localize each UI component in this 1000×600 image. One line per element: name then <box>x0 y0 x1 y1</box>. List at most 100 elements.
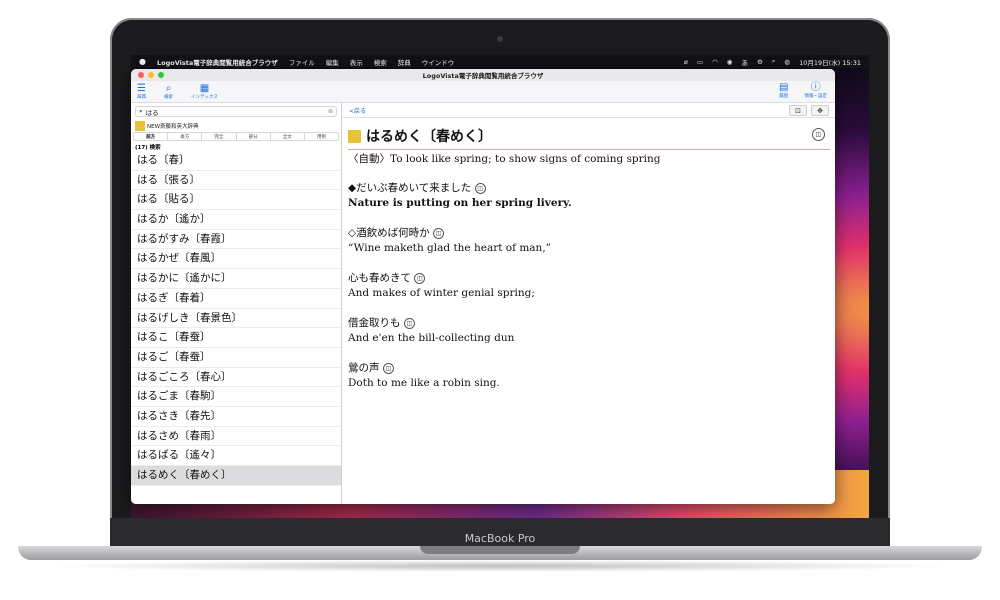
result-item[interactable]: はるかに〔遙かに〕 <box>131 269 341 289</box>
result-item[interactable]: はるばる〔遙々〕 <box>131 446 341 466</box>
menu-edit[interactable]: 編集 <box>326 57 339 67</box>
history-button-label: 履歴 <box>779 94 789 99</box>
history-button[interactable]: ▤ 履歴 <box>779 82 789 100</box>
audio-icon[interactable]: ◫ <box>812 128 825 141</box>
result-item[interactable]: はる〔春〕 <box>131 151 341 171</box>
audio-icon[interactable]: ◫ <box>432 227 444 239</box>
audio-icon[interactable]: ◫ <box>403 317 415 329</box>
mode-exact[interactable]: 完全 <box>202 133 237 140</box>
menu-search[interactable]: 検索 <box>374 57 387 67</box>
device-label: MacBook Pro <box>464 532 536 545</box>
result-count: (17) 検索 <box>135 145 161 151</box>
back-button[interactable]: <戻る <box>349 106 366 115</box>
camera <box>497 36 503 42</box>
audio-icon[interactable]: ◫ <box>474 182 486 194</box>
result-item[interactable]: はるか〔遙か〕 <box>131 210 341 230</box>
clear-search-icon[interactable]: ⊗ <box>328 108 333 115</box>
navigate-icon[interactable]: ✥ <box>811 105 829 116</box>
result-item[interactable]: はるさき〔春先〕 <box>131 407 341 427</box>
entry-toolbar: <戻る ⊡ ✥ <box>343 103 835 118</box>
result-item[interactable]: はるがすみ〔春霞〕 <box>131 230 341 250</box>
result-item[interactable]: はる〔張る〕 <box>131 171 341 191</box>
search-field[interactable]: ⌕ はる ⊗ <box>135 106 337 117</box>
history-icon: ▤ <box>779 82 789 93</box>
example-en: Nature is putting on her spring livery. <box>348 197 572 209</box>
info-icon: ⓘ <box>810 82 821 93</box>
mode-fulltext[interactable]: 全文 <box>271 133 305 140</box>
index-button-label: インデックス <box>191 94 218 100</box>
entry-panel: <戻る ⊡ ✥ はるめく〔春めく〕 ◫ 〈自動〉To look like spr… <box>343 103 835 504</box>
list-icon: ☰ <box>137 82 146 94</box>
example-en: And e'en the bill-collecting dun <box>348 332 515 344</box>
example-en: Doth to me like a robin sing. <box>348 377 500 389</box>
dictionary-badge-icon <box>348 129 361 143</box>
search-panel: ⌕ はる ⊗ NEW斎藤和英大辞典 前方 後方 完全 部分 全文 用例 (17)… <box>131 103 342 504</box>
audio-icon[interactable]: ◫ <box>382 362 394 374</box>
result-item[interactable]: はるかぜ〔春風〕 <box>131 249 341 270</box>
menu-window[interactable]: ウインドウ <box>422 57 455 67</box>
example-jp: ◆だいぶ春めいて来ました <box>348 182 472 194</box>
example-jp: 心も春めきて <box>348 272 411 284</box>
result-item[interactable]: はるげしき〔春景色〕 <box>131 309 341 329</box>
example-jp: 借金取りも <box>348 317 401 329</box>
mode-suffix[interactable]: 後方 <box>168 133 203 140</box>
dictionary-button-label: 辞典 <box>137 94 146 100</box>
result-item[interactable]: はるごころ〔春心〕 <box>131 368 341 388</box>
example-en: And makes of winter genial spring; <box>348 287 535 299</box>
dictionary-selector[interactable]: NEW斎藤和英大辞典 <box>131 120 341 132</box>
bookmark-icon[interactable]: ⊡ <box>789 105 807 116</box>
info-settings-button-label: 情報・設定 <box>804 94 828 99</box>
result-item[interactable]: はるごま〔春駒〕 <box>131 387 341 407</box>
result-item[interactable]: はるご〔春蚕〕 <box>131 348 341 368</box>
status-icons: ⌀ ▭ ◠ ◉ あ ⚙ ⌕ ◍ 10月19日(水) 15:31 <box>684 57 861 67</box>
result-item[interactable]: はるぎ〔春着〕 <box>131 289 341 309</box>
info-settings-button[interactable]: ⓘ 情報・設定 <box>804 82 828 100</box>
apple-menu-icon[interactable]: ● <box>139 57 146 66</box>
example-block: 鶯の声 ◫ Doth to me like a robin sing. <box>348 361 830 391</box>
audio-icon[interactable]: ◫ <box>414 272 426 284</box>
search-input[interactable]: はる <box>146 107 328 117</box>
search-button[interactable]: ⌕ 検索 <box>164 82 173 100</box>
title-bar: LogoVista電子辞典閲覧用統合ブラウザ <box>131 69 835 81</box>
clock[interactable]: 10月19日(水) 15:31 <box>799 57 861 67</box>
index-button[interactable]: ▦ インデックス <box>191 82 218 100</box>
mode-examples[interactable]: 用例 <box>305 133 338 140</box>
search-button-label: 検索 <box>164 94 173 100</box>
laptop-shadow <box>40 560 960 572</box>
app-menu[interactable]: LogoVista電子辞典閲覧用統合ブラウザ <box>157 57 278 67</box>
wifi-icon[interactable]: ◠ <box>712 58 718 66</box>
result-item-selected[interactable]: はるめく〔春めく〕 <box>131 466 341 486</box>
menu-bar: ● LogoVista電子辞典閲覧用統合ブラウザ ファイル 編集 表示 検索 辞… <box>131 55 869 68</box>
search-mode-tabs: 前方 後方 完全 部分 全文 用例 <box>133 132 339 141</box>
grid-icon: ▦ <box>199 82 210 94</box>
siri-icon[interactable]: ◍ <box>784 58 790 66</box>
magnifier-icon: ⌕ <box>139 107 143 115</box>
definition: 〈自動〉To look like spring; to show signs o… <box>348 153 661 165</box>
dictionary-button[interactable]: ☰ 辞典 <box>137 82 146 100</box>
mode-partial[interactable]: 部分 <box>237 133 271 140</box>
result-item[interactable]: はるさめ〔春雨〕 <box>131 427 341 447</box>
laptop-opening-notch <box>420 546 580 554</box>
menu-file[interactable]: ファイル <box>289 57 315 67</box>
input-source-icon[interactable]: あ <box>741 57 748 67</box>
example-jp: ◇酒飲めば何時か <box>348 227 430 239</box>
example-block: ◆だいぶ春めいて来ました ◫ Nature is putting on her … <box>348 181 830 211</box>
entry-header: はるめく〔春めく〕 ◫ <box>348 126 830 150</box>
result-item[interactable]: はるこ〔春蚕〕 <box>131 328 341 348</box>
mode-prefix[interactable]: 前方 <box>134 133 169 140</box>
user-icon[interactable]: ◉ <box>727 58 733 66</box>
search-icon: ⌕ <box>165 82 172 94</box>
toolbar: ☰ 辞典 ⌕ 検索 ▦ インデックス ▤ 履歴 ⓘ 情報・設定 <box>131 81 835 103</box>
search-menu-icon[interactable]: ⌕ <box>772 57 776 66</box>
menu-view[interactable]: 表示 <box>350 57 363 67</box>
window-title: LogoVista電子辞典閲覧用統合ブラウザ <box>422 72 544 80</box>
wifi-off-icon[interactable]: ⌀ <box>684 58 688 66</box>
result-item[interactable]: はる〔貼る〕 <box>131 190 341 211</box>
dictionary-icon <box>135 121 145 131</box>
control-center-icon[interactable]: ⚙ <box>757 58 763 66</box>
menu-dictionary[interactable]: 辞典 <box>398 57 411 67</box>
battery-icon[interactable]: ▭ <box>697 58 703 66</box>
example-jp: 鶯の声 <box>348 362 380 374</box>
dictionary-name: NEW斎藤和英大辞典 <box>147 124 199 130</box>
entry-content: はるめく〔春めく〕 ◫ 〈自動〉To look like spring; to … <box>343 118 835 391</box>
